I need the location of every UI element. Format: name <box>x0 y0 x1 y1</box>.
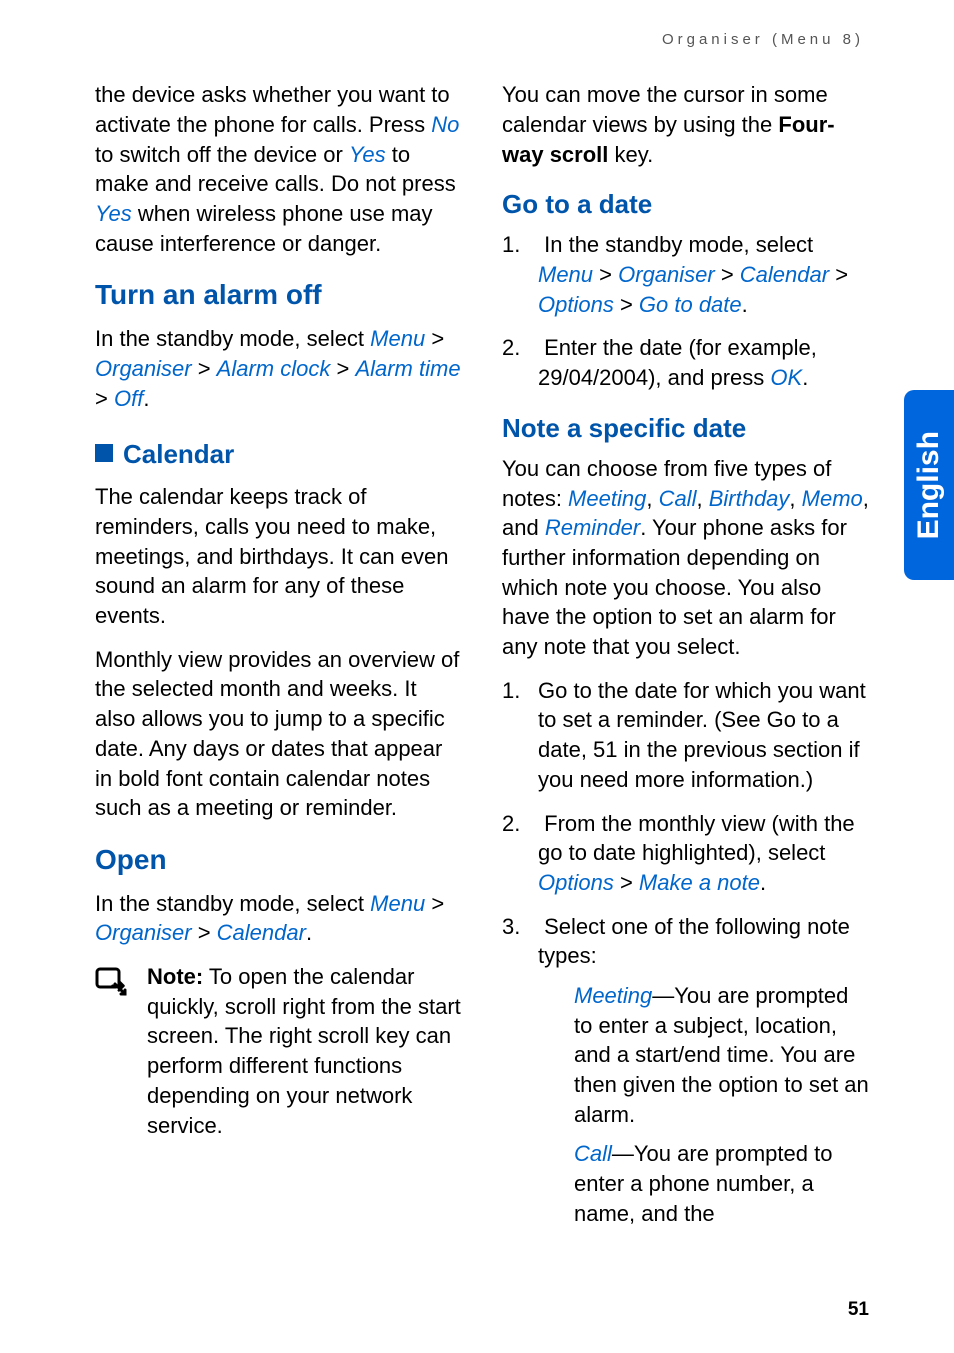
paragraph-cursor: You can move the cursor in some calendar… <box>502 80 869 169</box>
paragraph-note-types: You can choose from five types of notes:… <box>502 454 869 662</box>
text: . <box>760 870 766 895</box>
list-go-to-date: In the standby mode, select Menu > Organ… <box>502 230 869 392</box>
key-make-a-note: Make a note <box>639 870 760 895</box>
heading-note-specific-date: Note a specific date <box>502 411 869 446</box>
paragraph-calendar-1: The calendar keeps track of reminders, c… <box>95 482 462 630</box>
key-off: Off <box>114 386 143 411</box>
key-meeting: Meeting <box>574 983 652 1008</box>
text: > <box>192 920 217 945</box>
text: In the standby mode, select <box>544 232 813 257</box>
text: > <box>593 262 618 287</box>
key-yes: Yes <box>349 142 386 167</box>
paragraph-intro: the device asks whether you want to acti… <box>95 80 462 258</box>
key-options: Options <box>538 870 614 895</box>
key-calendar: Calendar <box>217 920 306 945</box>
paragraph-calendar-2: Monthly view provides an overview of the… <box>95 645 462 823</box>
list-item: In the standby mode, select Menu > Organ… <box>502 230 869 319</box>
heading-go-to-date: Go to a date <box>502 187 869 222</box>
two-column-layout: the device asks whether you want to acti… <box>95 80 869 1242</box>
key-yes: Yes <box>95 201 132 226</box>
text: to switch off the device or <box>95 142 349 167</box>
paragraph-open: In the standby mode, select Menu > Organ… <box>95 889 462 948</box>
key-alarm-time: Alarm time <box>355 356 460 381</box>
text: > <box>715 262 740 287</box>
list-item: Select one of the following note types: … <box>502 912 869 1229</box>
list-item: Enter the date (for example, 29/04/2004)… <box>502 333 869 392</box>
key-reminder: Reminder <box>545 515 640 540</box>
text: > <box>192 356 217 381</box>
key-organiser: Organiser <box>95 356 192 381</box>
text: To open the calendar quickly, scroll rig… <box>147 964 461 1137</box>
note-icon <box>95 966 133 1004</box>
text: Select one of the following note types: <box>538 914 850 969</box>
text: . <box>306 920 312 945</box>
text: In the standby mode, select <box>95 891 370 916</box>
key-menu: Menu <box>370 326 425 351</box>
key-call: Call <box>574 1141 612 1166</box>
heading-calendar: Calendar <box>123 439 234 469</box>
note-text: Note: To open the calendar quickly, scro… <box>147 962 462 1140</box>
key-call: Call <box>659 486 697 511</box>
page-header: Organiser (Menu 8) <box>95 30 869 50</box>
text: key. <box>608 142 653 167</box>
heading-turn-alarm-off: Turn an alarm off <box>95 276 462 314</box>
key-organiser: Organiser <box>618 262 715 287</box>
language-tab: English <box>904 390 954 580</box>
page-number: 51 <box>848 1297 869 1323</box>
key-memo: Memo <box>802 486 863 511</box>
note-block: Note: To open the calendar quickly, scro… <box>95 962 462 1154</box>
key-birthday: Birthday <box>709 486 790 511</box>
text: > <box>425 326 444 351</box>
key-meeting: Meeting <box>568 486 646 511</box>
language-tab-label: English <box>909 431 950 539</box>
text: when wireless phone use may cause interf… <box>95 201 433 256</box>
text: From the monthly view (with the go to da… <box>538 811 855 866</box>
text: the device asks whether you want to acti… <box>95 82 450 137</box>
heading-open: Open <box>95 841 462 879</box>
key-go-to-date: Go to date <box>639 292 742 317</box>
section-heading-calendar: Calendar <box>95 437 462 472</box>
text: > <box>425 891 444 916</box>
text: > <box>614 870 639 895</box>
text: > <box>95 386 114 411</box>
text: . <box>143 386 149 411</box>
key-options: Options <box>538 292 614 317</box>
text: In the standby mode, select <box>95 326 370 351</box>
text: —You are prompted to enter a phone numbe… <box>574 1141 832 1225</box>
right-column: You can move the cursor in some calendar… <box>502 80 869 1242</box>
text: > <box>614 292 639 317</box>
list-item: Go to the date for which you want to set… <box>502 676 869 795</box>
key-calendar: Calendar <box>740 262 829 287</box>
text: . <box>742 292 748 317</box>
list-note-date: Go to the date for which you want to set… <box>502 676 869 1229</box>
key-alarm-clock: Alarm clock <box>217 356 331 381</box>
key-menu: Menu <box>370 891 425 916</box>
note-type-call: Call—You are prompted to enter a phone n… <box>538 1139 869 1228</box>
key-organiser: Organiser <box>95 920 192 945</box>
left-column: the device asks whether you want to acti… <box>95 80 462 1242</box>
text: > <box>829 262 848 287</box>
key-menu: Menu <box>538 262 593 287</box>
key-no: No <box>431 112 459 137</box>
note-label: Note: <box>147 964 203 989</box>
text: , <box>646 486 658 511</box>
text: , <box>696 486 708 511</box>
text: > <box>330 356 355 381</box>
list-item: From the monthly view (with the go to da… <box>502 809 869 898</box>
section-square-icon <box>95 444 113 462</box>
text: . <box>802 365 808 390</box>
key-ok: OK <box>770 365 802 390</box>
paragraph-turn-off: In the standby mode, select Menu > Organ… <box>95 324 462 413</box>
note-type-meeting: Meeting—You are prompted to enter a subj… <box>538 981 869 1129</box>
text: , <box>789 486 801 511</box>
